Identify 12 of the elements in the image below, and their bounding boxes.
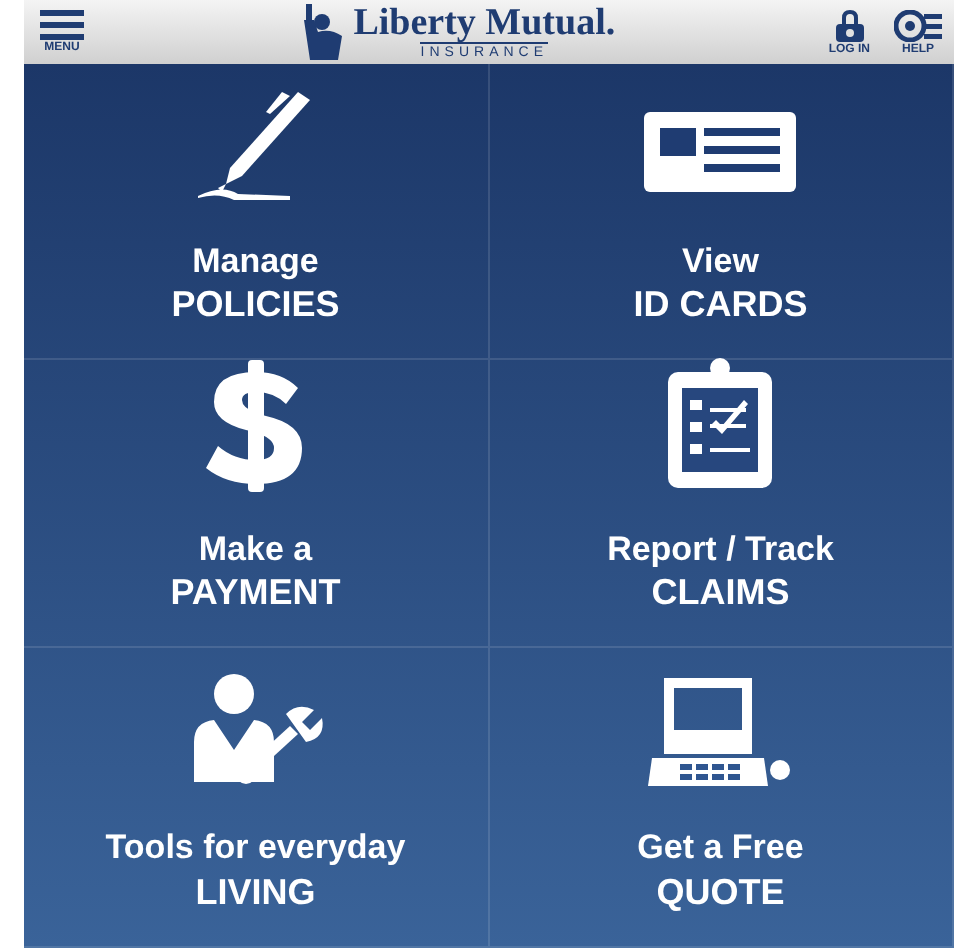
- menu-tile[interactable]: Tools for everyday LIVING: [24, 648, 489, 948]
- menu-icon: [40, 10, 84, 41]
- help-icon: [894, 9, 942, 42]
- clipboard-checklist-icon: [664, 355, 777, 491]
- menu-tile[interactable]: View ID CARDS: [489, 64, 954, 361]
- lock-icon: [835, 9, 864, 42]
- logo-wordmark: Liberty Mutual.: [353, 4, 616, 43]
- menu-tile[interactable]: Make a PAYMENT: [24, 360, 489, 649]
- menu-tile[interactable]: Manage POLICIES: [24, 64, 489, 361]
- computer-icon: [648, 678, 793, 791]
- menu-tile[interactable]: Report / Track CLAIMS: [489, 360, 954, 649]
- menu-tile[interactable]: Get a Free QUOTE: [489, 648, 954, 948]
